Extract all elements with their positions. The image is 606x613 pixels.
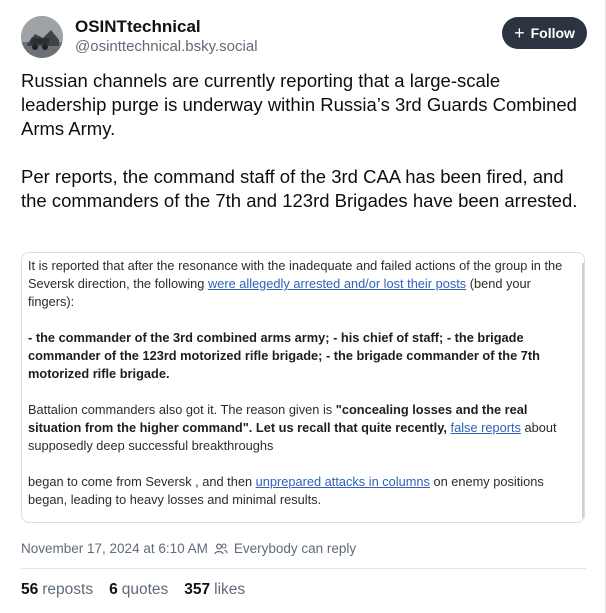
avatar[interactable] [21,16,63,58]
embed-paragraph: Battalion commanders also got it. The re… [28,401,578,455]
embedded-image[interactable]: It is reported that after the resonance … [21,252,585,523]
embed-paragraph: began to come from Seversk , and then un… [28,473,578,509]
timestamp[interactable]: November 17, 2024 at 6:10 AM [21,541,208,556]
embed-paragraph: - the commander of the 3rd combined arms… [28,330,540,381]
author-handle[interactable]: @osinttechnical.bsky.social [75,38,258,55]
post-paragraph: Per reports, the command staff of the 3r… [21,166,578,211]
likes-label: likes [214,581,246,598]
quotes-label: quotes [121,581,169,598]
follow-button[interactable]: + Follow [502,17,587,49]
post-meta: November 17, 2024 at 6:10 AM Everybody c… [21,541,356,556]
plus-icon: + [514,23,525,43]
image-edge-line [582,263,584,518]
avatar-image [21,16,63,58]
quotes-count: 6 [109,581,118,598]
post-text: Russian channels are currently reporting… [21,69,581,237]
embed-paragraph: It is reported that after the resonance … [28,257,578,311]
quotes-stat[interactable]: 6 quotes [109,581,168,599]
embed-text: began to come from Seversk , and then [28,474,256,489]
embed-link: were allegedly arrested and/or lost thei… [207,276,467,291]
reposts-label: reposts [42,581,94,598]
reposts-count: 56 [21,581,39,598]
likes-stat[interactable]: 357 likes [184,581,245,599]
reply-setting: Everybody can reply [233,541,357,556]
reposts-stat[interactable]: 56 reposts [21,581,93,599]
people-icon [214,542,228,556]
divider [21,568,586,569]
post-paragraph: Russian channels are currently reporting… [21,70,577,139]
embedded-text: It is reported that after the resonance … [28,257,578,522]
embed-link: unprepared attacks in columns [255,474,430,489]
author-name[interactable]: OSINTtechnical [75,17,201,37]
embed-text: Battalion commanders also got it. The re… [28,402,336,417]
embed-link: false reports [450,420,521,435]
post-stats: 56 reposts 6 quotes 357 likes [21,581,245,599]
follow-label: Follow [530,25,575,41]
post-card: OSINTtechnical @osinttechnical.bsky.soci… [0,0,606,613]
likes-count: 357 [184,581,211,598]
